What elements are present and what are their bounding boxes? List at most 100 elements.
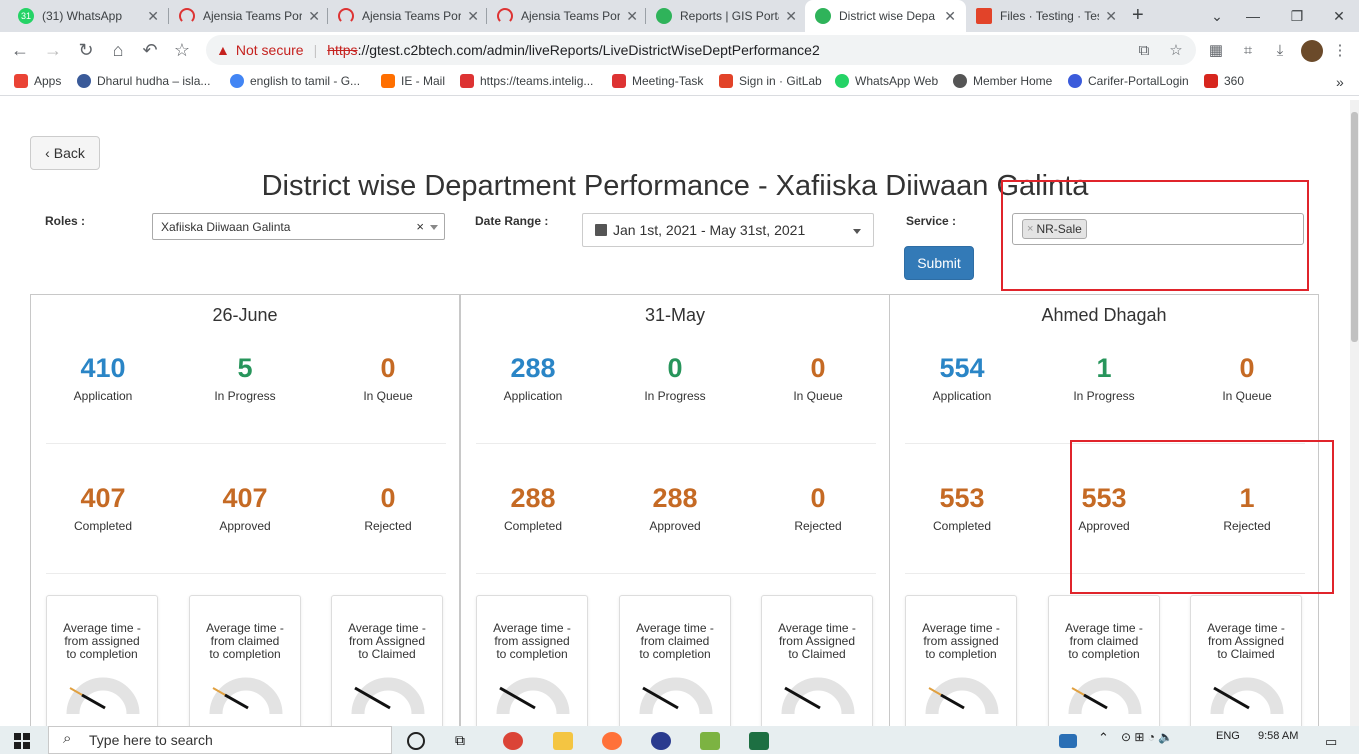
stat-value: 554 <box>939 353 985 383</box>
roles-select[interactable]: Xafiiska Diiwaan Galinta × <box>152 213 445 240</box>
download-icon[interactable]: ⤓ <box>1270 40 1290 60</box>
menu-dots-icon[interactable]: ⋮ <box>1330 40 1350 60</box>
maximize-button[interactable]: ❐ <box>1277 0 1317 32</box>
chevron-down-icon[interactable] <box>430 225 438 230</box>
bookmark-label: Member Home <box>973 74 1053 88</box>
teams-icon <box>497 8 513 24</box>
date-range-picker[interactable]: Jan 1st, 2021 - May 31st, 2021 <box>582 213 874 247</box>
tray-app-icon[interactable] <box>1059 734 1077 748</box>
bookmark-item[interactable]: 360 <box>1204 74 1244 88</box>
windows-start-icon[interactable] <box>14 733 30 749</box>
excel-icon[interactable] <box>749 732 769 750</box>
forward-arrow-icon[interactable]: → <box>43 40 63 60</box>
browser-tab[interactable]: Files · Testing · Tes ✕ <box>966 0 1127 32</box>
bookmark-item[interactable]: english to tamil - G... <box>230 74 360 88</box>
chrome-icon[interactable] <box>503 732 523 750</box>
taskbar-search-input[interactable]: ⌕ Type here to search <box>48 726 392 754</box>
stat-approved: 288 Approved <box>604 483 746 533</box>
page-content: ‹ Back District wise Department Performan… <box>0 100 1350 726</box>
minimize-button[interactable]: — <box>1233 0 1273 32</box>
bookmark-item[interactable]: Dharul hudha – isla... <box>77 74 210 88</box>
avg-time-caption: Average time - from assigned to completion <box>63 621 141 661</box>
file-explorer-icon[interactable] <box>553 732 573 750</box>
chevron-up-icon[interactable]: ⌃ <box>1098 730 1109 746</box>
gauge-icon <box>1068 677 1142 715</box>
stat-in-queue: 0 In Queue <box>317 353 459 403</box>
undo-icon[interactable]: ↶ <box>140 40 160 60</box>
cortana-icon[interactable] <box>407 732 425 750</box>
divider <box>46 573 446 574</box>
submit-button[interactable]: Submit <box>904 246 974 280</box>
more-bookmarks-icon[interactable]: » <box>1336 74 1344 90</box>
avg-time-caption: Average time - from assigned to completion <box>922 621 1000 661</box>
crop-icon[interactable]: ⌗ <box>1238 40 1258 60</box>
profile-avatar[interactable] <box>1301 40 1323 62</box>
stat-label: Rejected <box>364 519 412 533</box>
close-window-button[interactable]: ✕ <box>1319 0 1359 32</box>
avg-time-card: Average time - from Assigned to Claimed <box>761 595 873 726</box>
gauge-icon <box>496 677 570 715</box>
bookmark-label: https://teams.intelig... <box>480 74 594 88</box>
app-icon[interactable] <box>700 732 720 750</box>
firefox-icon[interactable] <box>602 732 622 750</box>
bookmark-item[interactable]: Member Home <box>953 74 1052 88</box>
not-secure-label[interactable]: Not secure <box>236 42 304 58</box>
bookmark-label: Dharul hudha – isla... <box>97 74 211 88</box>
panel-title: Ahmed Dhagah <box>1041 305 1167 325</box>
task-view-icon[interactable]: ⧉ <box>455 732 475 750</box>
close-tab-icon[interactable]: ✕ <box>308 8 320 25</box>
close-tab-icon[interactable]: ✕ <box>147 8 159 25</box>
gauge-icon <box>209 677 283 715</box>
close-tab-icon[interactable]: ✕ <box>944 8 956 25</box>
back-button[interactable]: ‹ Back <box>30 136 100 170</box>
bookmark-apps[interactable]: Apps <box>14 74 61 88</box>
close-tab-icon[interactable]: ✕ <box>626 8 638 25</box>
clock[interactable]: 9:58 AM <box>1258 730 1298 742</box>
browser-tab-active[interactable]: District wise Depa ✕ <box>805 0 966 32</box>
back-arrow-icon[interactable]: ← <box>10 40 30 60</box>
close-tab-icon[interactable]: ✕ <box>785 8 797 25</box>
avg-time-card: Average time - from claimed to completion <box>189 595 301 726</box>
bookmark-star-icon[interactable]: ☆ <box>172 40 192 60</box>
close-tab-icon[interactable]: ✕ <box>467 8 479 25</box>
browser-tab[interactable]: Reports | GIS Porta ✕ <box>646 0 807 32</box>
bookmark-item[interactable]: https://teams.intelig... <box>460 74 593 88</box>
warning-icon[interactable]: ▲ <box>216 42 230 58</box>
stat-label: In Progress <box>1073 389 1135 403</box>
stat-rejected: 0 Rejected <box>747 483 889 533</box>
address-bar[interactable]: ▲ Not secure | https ://gtest.c2btech.co… <box>206 35 1196 65</box>
avg-time-caption: Average time - from assigned to completion <box>493 621 571 661</box>
browser-tab[interactable]: Ajensia Teams Por ✕ <box>487 0 648 32</box>
language-indicator[interactable]: ENG <box>1216 730 1240 742</box>
new-tab-button[interactable]: + <box>1132 4 1144 27</box>
bookmark-item[interactable]: IE - Mail <box>381 74 445 88</box>
browser-tab[interactable]: Ajensia Teams Por ✕ <box>169 0 330 32</box>
browser-tab[interactable]: Ajensia Teams Por ✕ <box>328 0 489 32</box>
bookmark-item[interactable]: Carifer-PortalLogin <box>1068 74 1189 88</box>
tray-icons[interactable]: ⊙ ⊞ ◔ 🔈 <box>1121 730 1173 744</box>
browser-tab[interactable]: 31 (31) WhatsApp ✕ <box>8 0 169 32</box>
reload-icon[interactable]: ↻ <box>76 40 96 60</box>
translate-icon[interactable]: ⧉ <box>1134 40 1154 60</box>
gis-icon <box>656 8 672 24</box>
tab-title: Files · Testing · Tes <box>1000 9 1100 23</box>
star-icon[interactable]: ☆ <box>1166 40 1186 60</box>
bookmark-item[interactable]: Meeting-Task <box>612 74 703 88</box>
stat-label: Application <box>503 389 563 403</box>
close-tab-icon[interactable]: ✕ <box>1105 8 1117 25</box>
tab-search-icon[interactable]: ⌄ <box>1197 0 1237 32</box>
notification-icon[interactable]: ▭ <box>1325 734 1337 750</box>
gauge-icon <box>1210 677 1284 715</box>
stat-rejected: 0 Rejected <box>317 483 459 533</box>
bookmark-label: Apps <box>34 74 62 88</box>
home-icon[interactable]: ⌂ <box>108 40 128 60</box>
divider <box>46 443 446 444</box>
scrollbar-thumb[interactable] <box>1351 112 1358 342</box>
app-icon[interactable] <box>651 732 671 750</box>
stat-label: Application <box>73 389 133 403</box>
bookmark-item[interactable]: Sign in · GitLab <box>719 74 822 88</box>
stat-application: 410 Application <box>32 353 174 403</box>
extensions-grid-icon[interactable]: ▦ <box>1206 40 1226 60</box>
bookmark-item[interactable]: WhatsApp Web <box>835 74 938 88</box>
clear-icon[interactable]: × <box>416 219 424 234</box>
